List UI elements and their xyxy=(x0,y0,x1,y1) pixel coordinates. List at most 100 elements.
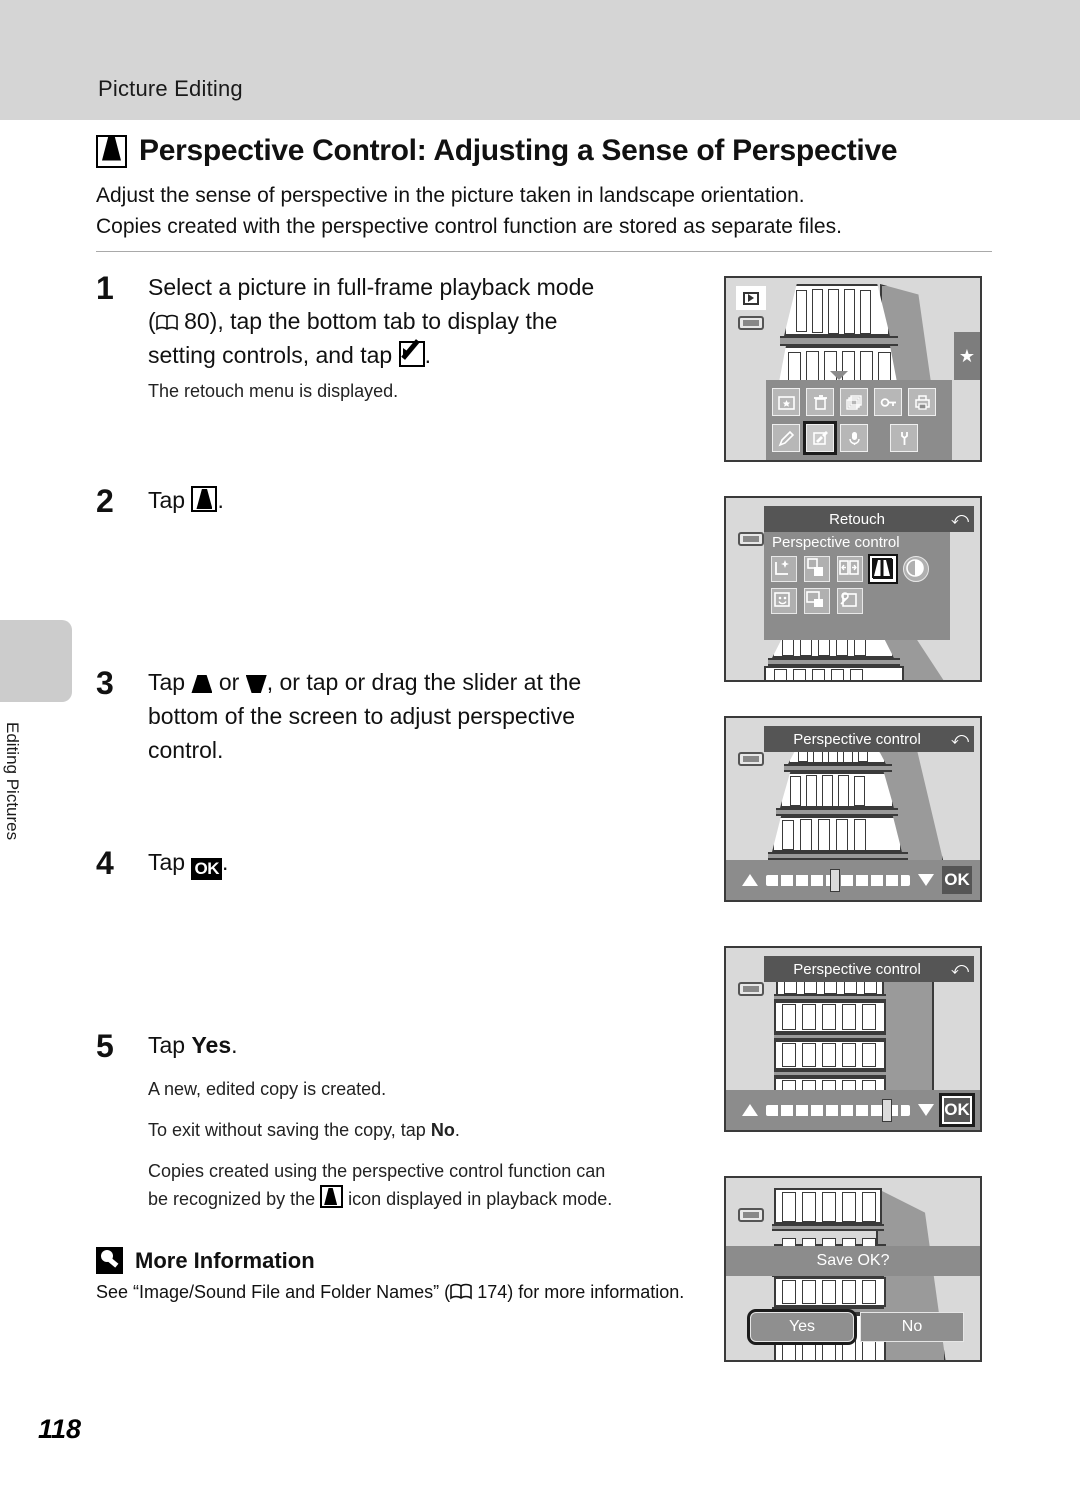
skin-softening-icon[interactable] xyxy=(837,556,863,582)
step-5-note-2: To exit without saving the copy, tap No. xyxy=(148,1117,768,1144)
step-5-instruction: Tap Yes. xyxy=(148,1028,768,1062)
step-1-instruction: Select a picture in full-frame playback … xyxy=(148,270,728,372)
retouch-menu-title: Retouch xyxy=(764,506,950,532)
step-4-number: 4 xyxy=(96,845,114,881)
running-header-band xyxy=(0,0,1080,120)
setting-controls-tray[interactable] xyxy=(766,380,952,460)
ok-button[interactable]: OK xyxy=(942,866,972,894)
chapter-label: Editing Pictures xyxy=(3,722,22,841)
step-5-note-3-a: Copies created using the perspective con… xyxy=(148,1161,606,1181)
trapezoid-up-button[interactable] xyxy=(742,1104,758,1116)
back-button[interactable]: ⤺ xyxy=(946,726,974,752)
step-4-text-b: . xyxy=(221,849,229,875)
small-picture-icon[interactable] xyxy=(804,588,830,614)
perspective-slider-knob[interactable] xyxy=(830,868,841,892)
trapezoid-down-icon xyxy=(245,675,267,693)
step-5-note-3-c: icon displayed in playback mode. xyxy=(348,1189,613,1209)
step-3-text-c: , or tap or drag the slider at the xyxy=(266,669,582,695)
step-4-text-a: Tap xyxy=(148,849,186,875)
step-3-text-a: Tap xyxy=(148,669,186,695)
step-1-note: The retouch menu is displayed. xyxy=(148,381,399,401)
perspective-control-icon xyxy=(320,1185,344,1208)
quick-retouch-icon[interactable] xyxy=(771,556,797,582)
perspective-control-icon xyxy=(191,486,218,512)
step-2-instruction: Tap . xyxy=(148,483,728,517)
battery-icon xyxy=(738,752,764,766)
retouch-menu-subtitle: Perspective control xyxy=(772,534,900,551)
more-information-text-b: ) for more information. xyxy=(507,1282,685,1302)
step-1-text-b: ( xyxy=(148,308,156,334)
chapter-thumb-tab xyxy=(0,620,72,702)
perspective-slider-track[interactable] xyxy=(766,1098,910,1122)
section-title: Perspective Control: Adjusting a Sense o… xyxy=(139,134,898,167)
step-1-text-e: . xyxy=(424,342,431,368)
step-3-instruction: Tap or , or tap or drag the slider at th… xyxy=(148,665,728,767)
yes-button[interactable]: Yes xyxy=(747,1309,857,1345)
trapezoid-up-icon xyxy=(191,675,213,693)
step-3-text-b: or xyxy=(218,669,240,695)
trapezoid-down-button[interactable] xyxy=(918,874,934,886)
battery-icon xyxy=(738,982,764,996)
step-1-text-d: setting controls, and tap xyxy=(148,342,393,368)
battery-icon xyxy=(738,532,764,546)
step-1-screen: ★ xyxy=(724,276,982,462)
step-2-number: 2 xyxy=(96,483,114,519)
perspective-slider-knob[interactable] xyxy=(881,1098,892,1122)
step-5-note-2-b: . xyxy=(454,1120,460,1140)
filter-effects-icon[interactable] xyxy=(903,556,929,582)
trapezoid-down-button[interactable] xyxy=(918,1104,934,1116)
step-1-ref-page: 80 xyxy=(184,308,210,334)
crop-icon[interactable] xyxy=(837,588,863,614)
page-number: 118 xyxy=(38,1414,82,1444)
section-intro-line-1: Adjust the sense of perspective in the p… xyxy=(96,184,805,207)
back-button[interactable]: ⤺ xyxy=(946,956,974,982)
step-5-note-3: Copies created using the perspective con… xyxy=(148,1158,768,1213)
voice-memo-icon[interactable] xyxy=(840,424,868,452)
slideshow-icon[interactable] xyxy=(840,388,868,416)
perspective-control-icon[interactable] xyxy=(868,554,898,584)
favorites-icon[interactable] xyxy=(772,388,800,416)
screen-title: Perspective control xyxy=(764,956,950,982)
section-heading: Perspective Control: Adjusting a Sense o… xyxy=(96,134,994,168)
back-button[interactable]: ⤺ xyxy=(946,506,974,532)
step-2-screen: ⤺ Retouch Perspective control xyxy=(724,496,982,682)
more-information-title: More Information xyxy=(135,1247,315,1273)
step-1-number: 1 xyxy=(96,270,114,306)
step-1-text-c: ), tap the bottom tab to display the xyxy=(209,308,558,334)
tip-bulb-icon xyxy=(96,1247,123,1274)
settings-icon[interactable] xyxy=(890,424,918,452)
delete-icon[interactable] xyxy=(806,388,834,416)
tray-caret-icon xyxy=(830,371,848,380)
favorites-tab-icon: ★ xyxy=(954,332,980,380)
retouch-menu-panel: Retouch Perspective control xyxy=(764,506,950,640)
step-3-number: 3 xyxy=(96,665,114,701)
save-prompt: Save OK? xyxy=(726,1246,980,1276)
ok-button[interactable]: OK xyxy=(939,1093,975,1127)
step-2-text-a: Tap xyxy=(148,487,186,513)
d-lighting-icon[interactable] xyxy=(804,556,830,582)
perspective-slider-bar: OK xyxy=(726,860,980,900)
draw-icon[interactable] xyxy=(772,424,800,452)
retouch-icon xyxy=(398,339,425,367)
step-5-screen: Save OK? Yes No xyxy=(724,1176,982,1362)
perspective-slider-track[interactable] xyxy=(766,868,910,892)
retouch-icon[interactable] xyxy=(803,421,837,455)
battery-icon xyxy=(738,1208,764,1222)
step-3-screen: Perspective control ⤺ OK xyxy=(724,716,982,902)
perspective-control-icon xyxy=(96,134,127,168)
glamour-retouch-icon[interactable] xyxy=(771,588,797,614)
no-button[interactable]: No xyxy=(860,1312,964,1342)
trapezoid-up-button[interactable] xyxy=(742,874,758,886)
step-3-text-d: bottom of the screen to adjust perspecti… xyxy=(148,703,576,729)
step-3-text-e: control. xyxy=(148,737,224,763)
step-1-text-a: Select a picture in full-frame playback … xyxy=(148,274,595,300)
step-5-note-2-a: To exit without saving the copy, tap xyxy=(148,1120,426,1140)
section-intro: Adjust the sense of perspective in the p… xyxy=(96,180,994,242)
more-information-text-a: See “Image/Sound File and Folder Names” … xyxy=(96,1282,451,1302)
step-5-text-a: Tap xyxy=(148,1032,186,1058)
screen-title: Perspective control xyxy=(764,726,950,752)
ok-key-icon: OK xyxy=(191,858,222,880)
reference-book-icon xyxy=(450,1283,472,1300)
print-order-icon[interactable] xyxy=(908,388,936,416)
protect-icon[interactable] xyxy=(874,388,902,416)
